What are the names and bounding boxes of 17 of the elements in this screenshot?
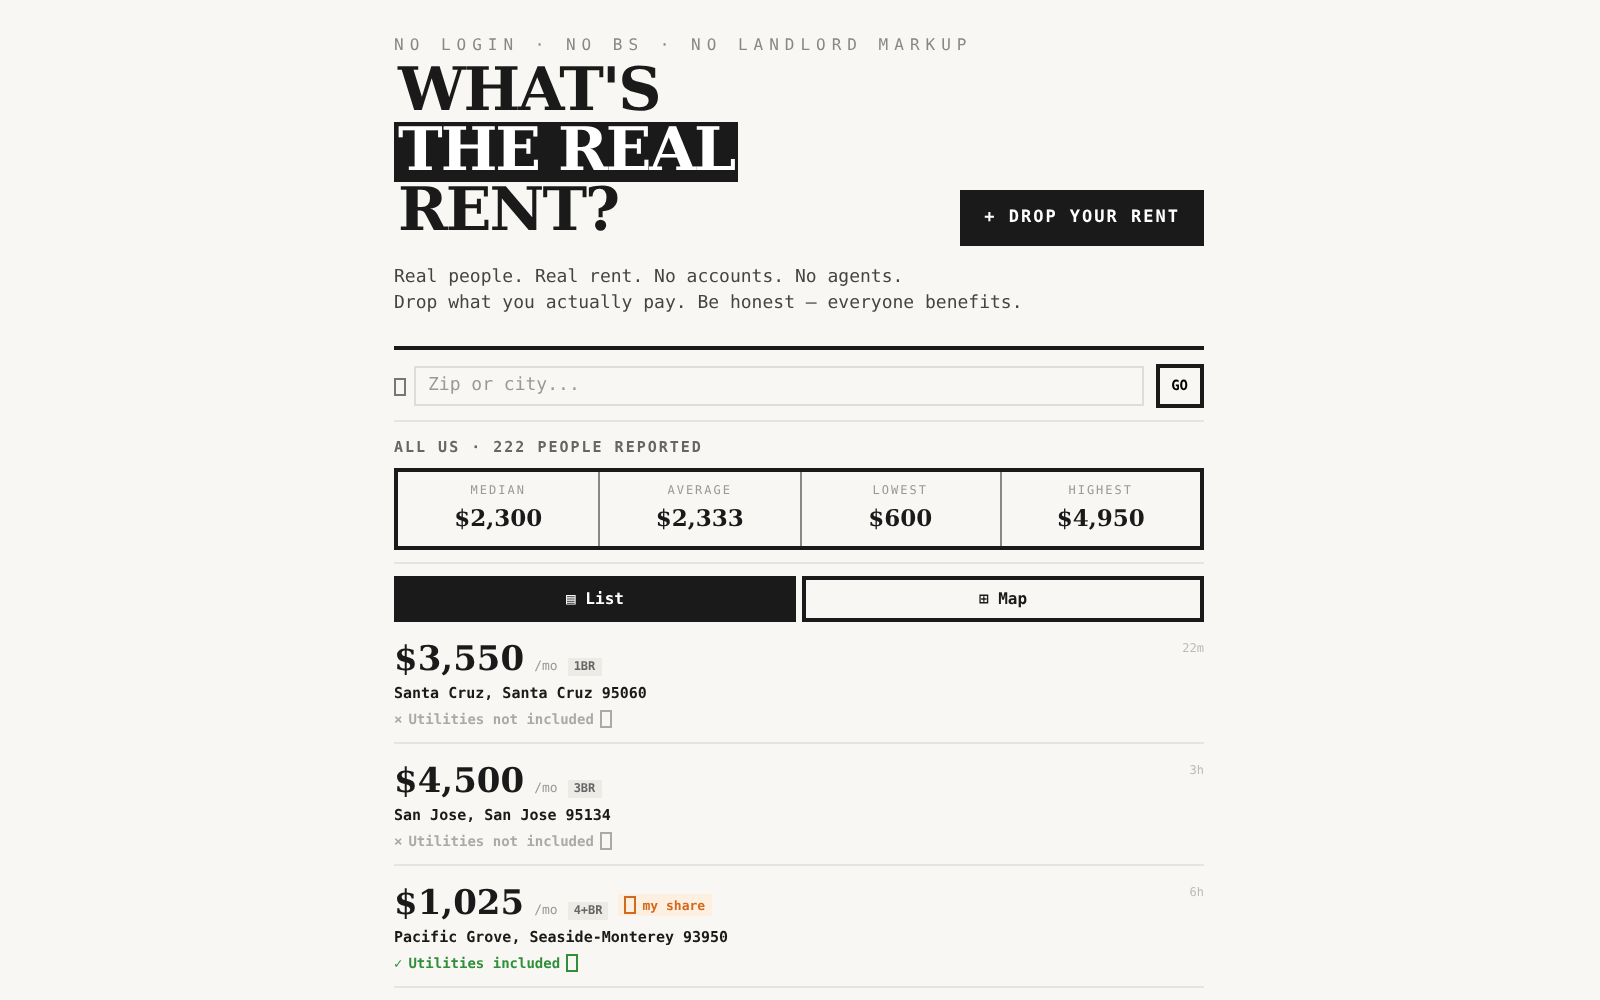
- headline-text: THE REAL: [394, 122, 739, 182]
- tagline: NO LOGIN · NO BS · NO LANDLORD MARKUP: [394, 36, 975, 54]
- stat-value: $2,333: [655, 504, 744, 532]
- intro-text: Drop what you actually pay. Be honest — everyone benefits.: [394, 292, 1025, 318]
- drop-rent-button[interactable]: + DROP YOUR RENT: [960, 190, 1204, 246]
- stat-value: $600: [868, 504, 933, 532]
- headline-text: RENT?: [396, 182, 621, 242]
- stat-value: $4,950: [1056, 504, 1145, 532]
- rent-price: $3,550: [394, 642, 525, 680]
- stat-value: $2,300: [454, 504, 543, 532]
- intro-text: Real people. Real rent. No accounts. No agents.: [394, 266, 906, 292]
- search-field[interactable]: Zip or city...: [414, 366, 1144, 406]
- view-tab[interactable]: ▤ List: [394, 576, 796, 622]
- headline-text: WHAT'S: [395, 62, 662, 122]
- rent-price: $4,500: [394, 764, 525, 802]
- rent-price: $1,025: [394, 886, 525, 924]
- view-tab[interactable]: ⊞ Map: [802, 576, 1204, 622]
